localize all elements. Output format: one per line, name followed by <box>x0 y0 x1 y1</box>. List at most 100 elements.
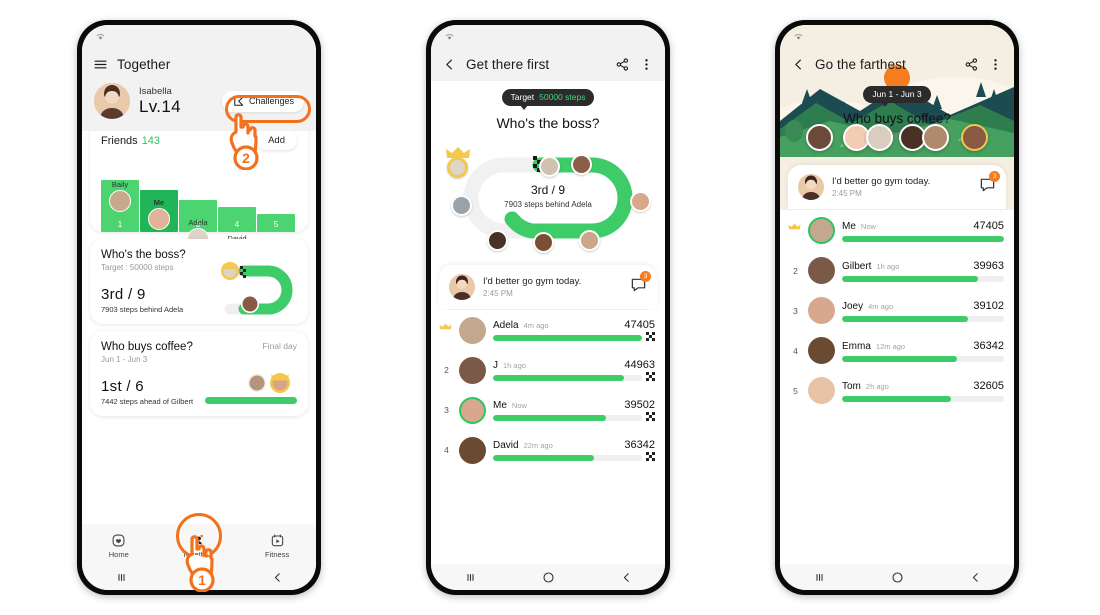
home-icon[interactable] <box>890 570 905 585</box>
leaderboard-progress-track <box>493 375 642 381</box>
leaderboard-row[interactable]: 3 Me Now 39502 <box>441 390 655 430</box>
progress-fill <box>205 397 297 404</box>
leaderboard-name: Adela <box>493 320 519 331</box>
leaderboard-avatar[interactable] <box>808 377 835 404</box>
leaderboard-progress-track <box>842 395 1004 402</box>
back-chevron-icon[interactable] <box>791 57 806 72</box>
leaderboard-progress-fill <box>493 375 625 381</box>
target-label: Target <box>510 92 535 102</box>
podium-friend-avatar[interactable] <box>148 208 170 230</box>
share-icon[interactable] <box>964 57 979 72</box>
chat-body: I'd better go gym today. 2:45 PM <box>483 276 581 298</box>
back-icon[interactable] <box>968 570 983 585</box>
leaderboard-avatar[interactable] <box>808 337 835 364</box>
track-avatar[interactable] <box>579 229 600 251</box>
challenge-title: Who's the boss? <box>496 114 600 131</box>
podium-column[interactable]: Me2 <box>140 190 178 232</box>
leaderboard-entry: Me Now 47405 <box>842 220 1004 242</box>
leaderboard-row[interactable]: 5 Tom 2h ago 32605 <box>790 370 1004 410</box>
leaderboard-avatar[interactable] <box>808 217 835 244</box>
podium-column[interactable]: Baily 1 <box>101 180 139 232</box>
my-rank: 3rd / 9 <box>530 182 566 197</box>
leaderboard-row[interactable]: Adela 4m ago 47405 <box>439 310 655 350</box>
chat-button[interactable]: 3 <box>630 270 651 298</box>
leaderboard-score: 36342 <box>973 339 1004 352</box>
leaderboard-row[interactable]: 2 Gilbert 1h ago 39963 <box>790 250 1004 290</box>
home-icon[interactable] <box>541 570 556 585</box>
leaderboard-score: 39502 <box>624 399 655 411</box>
leaderboard-entry: Emma 12m ago 36342 <box>842 340 1004 362</box>
leaderboard-row[interactable]: 4 Emma 12m ago 36342 <box>790 330 1004 370</box>
leaderboard-timestamp: 12m ago <box>875 341 906 351</box>
leaderboard-progress-track <box>842 235 1004 242</box>
track-avatar[interactable] <box>533 231 554 253</box>
recents-icon[interactable] <box>114 570 129 585</box>
podium-column[interactable]: Gilbert5 <box>257 214 295 281</box>
challenge-card-coffee[interactable]: Final day Who buys coffee? Jun 1 - Jun 3… <box>90 331 308 416</box>
course-avatar[interactable] <box>806 124 833 151</box>
annotation-hand-2: 2 <box>229 113 259 170</box>
leaderboard-avatar[interactable] <box>808 297 835 324</box>
back-chevron-icon[interactable] <box>442 57 457 72</box>
leaderboard-row[interactable]: 2 J 1h ago 44963 <box>441 350 655 390</box>
track-avatar[interactable] <box>630 190 651 212</box>
leaderboard-avatar[interactable] <box>459 356 486 384</box>
leaderboard-avatar[interactable] <box>808 257 835 284</box>
podium-column[interactable]: David4 <box>218 207 256 266</box>
leaderboard-row[interactable]: 3 Joey 4m ago 39102 <box>790 290 1004 330</box>
leaderboard-rank: 5 <box>793 385 798 396</box>
status-bar <box>82 25 316 47</box>
crown-icon <box>788 223 801 230</box>
chat-body: I'd better go gym today. 2:45 PM <box>832 176 930 198</box>
share-icon[interactable] <box>615 57 630 72</box>
podium-column[interactable]: Adela 3 <box>179 200 217 250</box>
leaderboard-avatar[interactable] <box>459 436 486 464</box>
avatar[interactable] <box>94 83 130 119</box>
leaderboard-avatar[interactable] <box>459 396 486 424</box>
challenge-card-boss[interactable]: Who's the boss? Target : 50000 steps 3rd… <box>90 239 308 324</box>
leaderboard-score: 36342 <box>624 439 655 451</box>
leaderboard-score: 47405 <box>624 319 655 331</box>
leaderboard-timestamp: 1h ago <box>876 261 900 271</box>
course-avatar-leader[interactable] <box>961 124 988 151</box>
nav-item-home[interactable]: Home <box>109 533 129 559</box>
more-vertical-icon[interactable] <box>988 57 1003 72</box>
chat-message: I'd better go gym today. <box>483 275 582 287</box>
checkered-flag-icon <box>646 331 655 341</box>
leaderboard-timestamp: 4m ago <box>868 301 894 311</box>
podium-friend-name: Adela <box>188 218 208 227</box>
recents-icon[interactable] <box>463 570 478 585</box>
nav-item-fitness[interactable]: Fitness <box>265 533 289 559</box>
leaderboard-timestamp: 1h ago <box>503 361 526 370</box>
challenge-hero: Go the farthest Jun 1 - Jun 3 Who buys c… <box>780 25 1014 157</box>
user-name: Isabella <box>139 85 172 97</box>
chat-preview[interactable]: I'd better go gym today. 2:45 PM 3 <box>439 264 657 309</box>
podium-bar: 4 <box>218 207 256 232</box>
chat-message: I'd better go gym today. <box>832 176 931 187</box>
track-avatar[interactable] <box>451 194 472 216</box>
podium-friend-name: Me <box>153 198 165 207</box>
more-vertical-icon[interactable] <box>639 57 654 72</box>
leaderboard-avatar[interactable] <box>459 316 486 344</box>
leaderboard-row[interactable]: 4 David 22m ago 36342 <box>441 430 655 470</box>
track-avatar[interactable] <box>539 155 560 177</box>
back-icon[interactable] <box>270 570 285 585</box>
podium-friend-avatar[interactable] <box>109 190 131 212</box>
leaderboard-row[interactable]: Me Now 47405 <box>788 210 1004 250</box>
chat-preview[interactable]: I'd better go gym today. 2:45 PM 3 <box>788 165 1006 209</box>
course-avatar[interactable] <box>922 124 949 151</box>
track-avatar[interactable] <box>487 229 508 251</box>
course-avatar[interactable] <box>866 124 893 151</box>
recents-icon[interactable] <box>812 570 827 585</box>
leaderboard-score: 44963 <box>624 359 655 371</box>
leaderboard-progress-track <box>842 315 1004 322</box>
friends-card: Friends 143 Add Baily1Me2Adela3David4Gil… <box>90 131 308 281</box>
leaderboard-name: J <box>493 360 498 371</box>
phone-3-top: Go the farthest <box>780 25 1014 81</box>
avatar <box>798 174 824 200</box>
hamburger-menu-icon[interactable] <box>93 57 108 72</box>
back-icon[interactable] <box>619 570 634 585</box>
track-avatar-leader[interactable] <box>447 156 468 178</box>
track-avatar[interactable] <box>571 153 592 175</box>
chat-button[interactable]: 3 <box>979 171 1000 198</box>
